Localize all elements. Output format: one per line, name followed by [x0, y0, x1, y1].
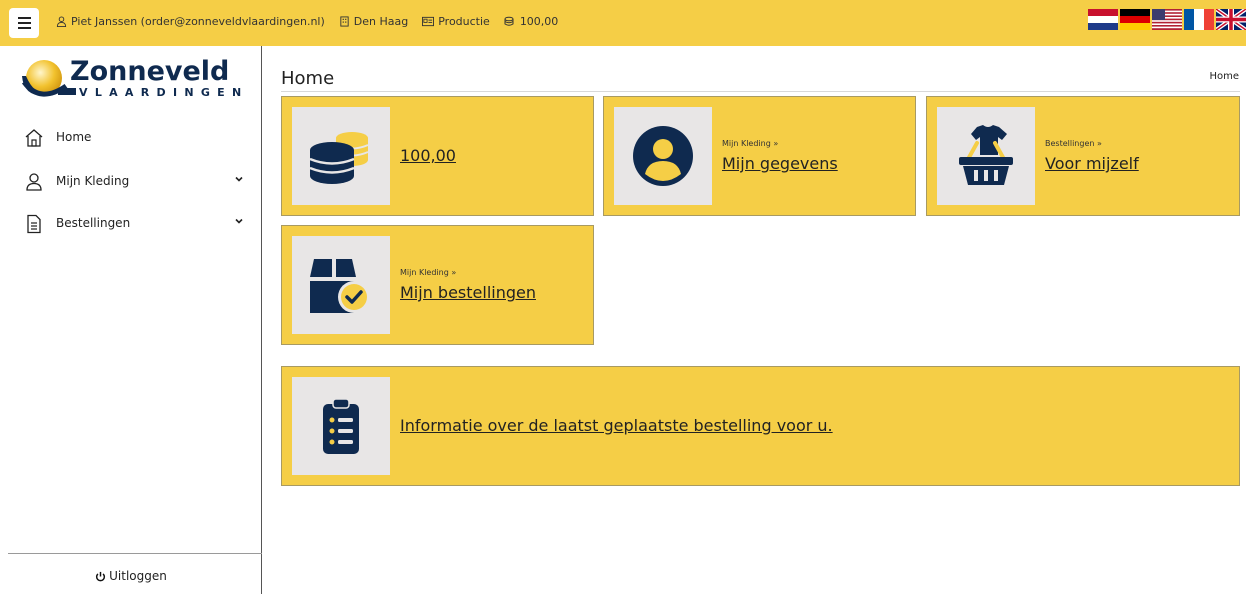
tile-image — [937, 107, 1035, 205]
tile-image — [614, 107, 712, 205]
tile-image — [292, 377, 390, 475]
tile-mijn-bestellingen[interactable]: Mijn Kleding » Mijn bestellingen — [281, 225, 594, 345]
french-flag[interactable] — [1184, 9, 1214, 30]
environment-text: Productie — [438, 15, 490, 28]
top-bar: Piet Janssen (order@zonneveldvlaardingen… — [0, 0, 1246, 46]
tile-voor-mijzelf[interactable]: Bestellingen » Voor mijzelf — [926, 96, 1240, 216]
zonneveld-logo[interactable]: Zonneveld VLAARDINGEN — [18, 56, 254, 104]
uk-flag[interactable] — [1216, 9, 1246, 30]
tile-mijn-gegevens[interactable]: Mijn Kleding » Mijn gegevens — [603, 96, 916, 216]
coins-icon — [309, 132, 369, 184]
sidebar: Zonneveld VLAARDINGEN Home Mijn Kleding … — [0, 46, 262, 594]
tile-image — [292, 107, 390, 205]
german-flag[interactable] — [1120, 9, 1150, 30]
tile-breadcrumb: Bestellingen » — [1045, 139, 1102, 148]
balance-text: 100,00 — [519, 15, 559, 28]
hamburger-menu-button[interactable] — [9, 8, 39, 38]
sidebar-item-label: Home — [56, 130, 92, 144]
title-divider — [281, 91, 1240, 92]
balance-link[interactable]: 100,00 — [400, 146, 456, 165]
page-title: Home — [281, 68, 335, 89]
document-icon — [27, 214, 41, 234]
sidebar-item-label: Bestellingen — [56, 216, 131, 230]
tile-breadcrumb: Mijn Kleding » — [400, 268, 457, 277]
basket-shirt-icon — [959, 125, 1013, 185]
tile-breadcrumb: Mijn Kleding » — [722, 139, 779, 148]
id-card-icon — [422, 16, 435, 27]
user-info: Piet Janssen (order@zonneveldvlaardingen… — [56, 15, 558, 28]
user-circle-icon — [633, 126, 693, 186]
breadcrumb[interactable]: Home — [1209, 71, 1239, 82]
coins-small-icon — [504, 16, 514, 26]
language-flags — [1088, 9, 1246, 30]
building-icon — [340, 16, 349, 27]
sidebar-divider — [8, 553, 262, 554]
laatste-bestelling-link[interactable]: Informatie over de laatst geplaatste bes… — [400, 416, 833, 435]
sidebar-item-label: Mijn Kleding — [56, 174, 130, 188]
chevron-down-icon[interactable] — [234, 216, 244, 226]
sidebar-item-mijn-kleding[interactable]: Mijn Kleding — [0, 164, 261, 198]
logo-subtitle: VLAARDINGEN — [79, 86, 249, 99]
voor-mijzelf-link[interactable]: Voor mijzelf — [1045, 154, 1139, 173]
logo-name: Zonneveld — [70, 56, 229, 87]
tile-image — [292, 236, 390, 334]
logout-button[interactable]: Uitloggen — [0, 569, 262, 583]
dutch-flag[interactable] — [1088, 9, 1118, 30]
logout-label: Uitloggen — [109, 569, 167, 583]
power-icon — [96, 571, 106, 581]
us-flag[interactable] — [1152, 9, 1182, 30]
location-text: Den Haag — [353, 15, 409, 28]
clipboard-list-icon — [323, 398, 359, 454]
mijn-bestellingen-link[interactable]: Mijn bestellingen — [400, 283, 536, 302]
mijn-gegevens-link[interactable]: Mijn gegevens — [722, 154, 838, 173]
user-name: Piet Janssen (order@zonneveldvlaardingen… — [71, 15, 325, 28]
chevron-down-icon[interactable] — [234, 174, 244, 184]
tile-balance[interactable]: 100,00 — [281, 96, 594, 216]
user-icon — [26, 173, 42, 191]
home-icon — [25, 129, 43, 147]
sidebar-item-bestellingen[interactable]: Bestellingen — [0, 206, 261, 240]
tile-laatste-bestelling[interactable]: Informatie over de laatst geplaatste bes… — [281, 366, 1240, 486]
hamburger-icon — [17, 17, 31, 19]
box-check-icon — [310, 259, 370, 313]
person-icon — [56, 16, 67, 27]
sidebar-item-home[interactable]: Home — [0, 120, 261, 154]
